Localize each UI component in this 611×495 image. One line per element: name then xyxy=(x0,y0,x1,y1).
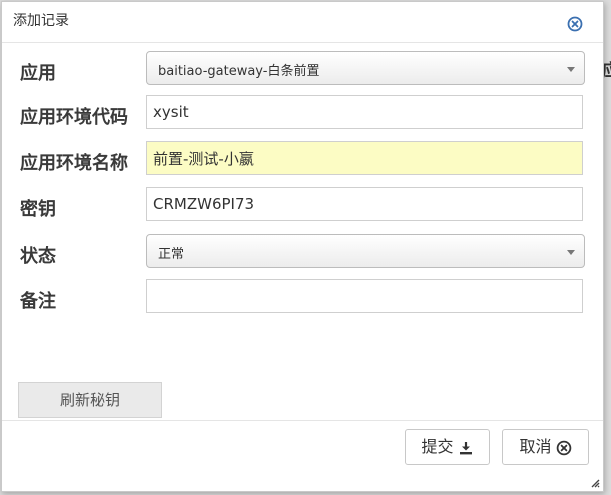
add-record-dialog: 添加记录 应用 baitiao-gateway-白条前置 应用环境代码 应用环境… xyxy=(1,1,604,492)
chevron-down-icon xyxy=(567,250,575,255)
form-row-status: 状态 正常 xyxy=(2,234,603,274)
circle-x-icon xyxy=(556,440,571,455)
form-row-env-code: 应用环境代码 xyxy=(2,95,603,135)
secret-key-input[interactable] xyxy=(146,187,583,221)
resize-handle-icon[interactable] xyxy=(590,478,600,488)
download-icon xyxy=(459,441,472,454)
app-select-value: baitiao-gateway-白条前置 xyxy=(158,64,320,79)
app-label: 应用 xyxy=(20,63,56,84)
env-name-input[interactable] xyxy=(146,141,583,175)
dialog-titlebar: 添加记录 xyxy=(2,2,603,43)
status-select-value: 正常 xyxy=(158,247,185,262)
submit-button-label: 提交 xyxy=(421,437,454,456)
env-code-label: 应用环境代码 xyxy=(20,107,128,128)
cancel-button-label: 取消 xyxy=(519,437,552,456)
submit-button[interactable]: 提交 xyxy=(405,429,490,465)
env-code-input[interactable] xyxy=(146,95,583,129)
status-select[interactable]: 正常 xyxy=(146,234,585,268)
cancel-button[interactable]: 取消 xyxy=(502,429,589,465)
refresh-key-button[interactable]: 刷新秘钥 xyxy=(18,382,162,418)
status-label: 状态 xyxy=(20,246,56,267)
form-row-remark: 备注 xyxy=(2,279,603,319)
env-name-label: 应用环境名称 xyxy=(20,153,128,174)
dialog-title: 添加记录 xyxy=(13,13,69,29)
form-row-app: 应用 baitiao-gateway-白条前置 xyxy=(2,51,603,91)
chevron-down-icon xyxy=(567,67,575,72)
form-row-env-name: 应用环境名称 xyxy=(2,141,603,181)
remark-input[interactable] xyxy=(146,279,583,313)
close-icon[interactable] xyxy=(567,16,583,32)
form-row-secret-key: 密钥 xyxy=(2,187,603,227)
remark-label: 备注 xyxy=(20,291,56,312)
app-select[interactable]: baitiao-gateway-白条前置 xyxy=(146,51,585,85)
secret-key-label: 密钥 xyxy=(20,199,56,220)
dialog-footer: 提交 取消 xyxy=(2,420,603,492)
